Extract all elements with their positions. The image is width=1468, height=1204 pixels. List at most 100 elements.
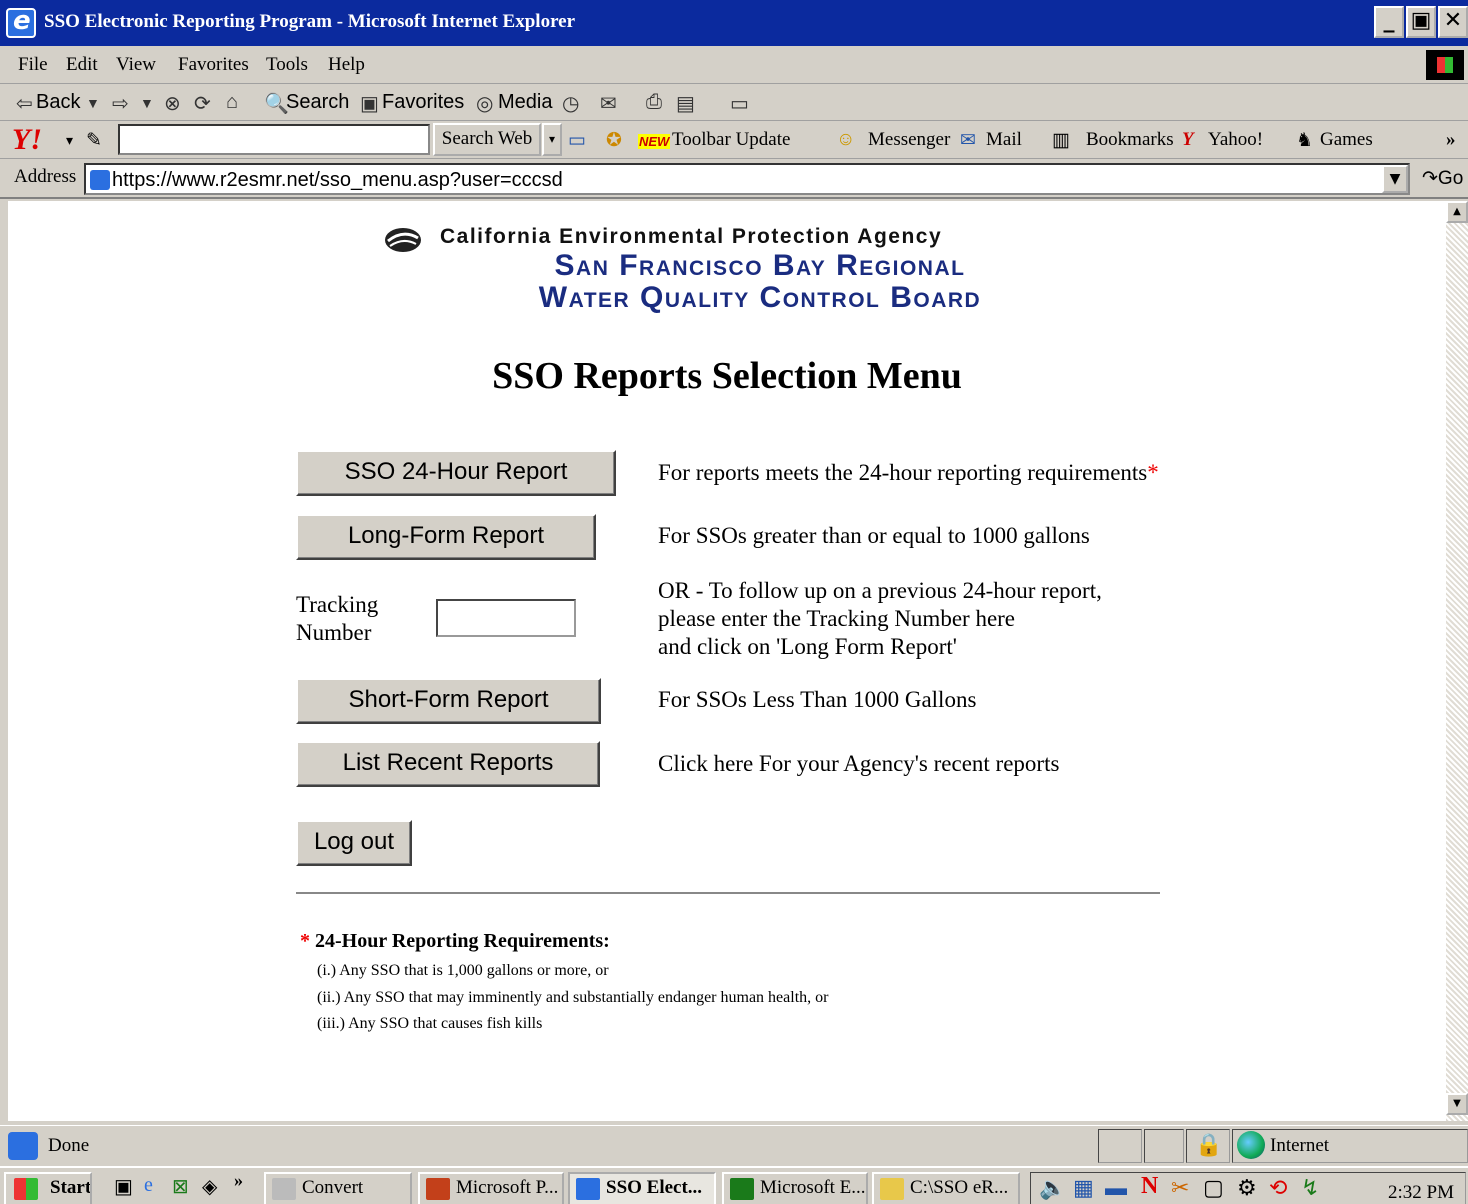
yahoo-logo[interactable]: Y! — [12, 123, 42, 157]
favorites-icon: ▣ — [360, 93, 379, 115]
convert-icon — [272, 1178, 296, 1200]
long-form-description: For SSOs greater than or equal to 1000 g… — [658, 523, 1090, 548]
messenger-button[interactable]: Messenger — [868, 129, 950, 151]
address-input[interactable]: https://www.r2esmr.net/sso_menu.asp?user… — [84, 163, 1410, 195]
stop-icon[interactable]: ⊗ — [164, 91, 181, 116]
minimize-button[interactable]: _ — [1374, 6, 1404, 38]
highlight-icon[interactable]: ✪ — [606, 129, 622, 152]
new-badge: NEW — [638, 134, 671, 149]
back-button[interactable]: Back — [36, 91, 80, 114]
status-cell: 🔒 — [1186, 1129, 1230, 1163]
tray-tool-icon[interactable]: ⚙ — [1237, 1175, 1257, 1201]
refresh-icon[interactable]: ⟳ — [194, 91, 211, 116]
list-recent-reports-button[interactable]: List Recent Reports — [296, 741, 600, 787]
menu-view[interactable]: View — [116, 54, 156, 76]
mail-button[interactable]: Mail — [986, 129, 1022, 151]
windows-flag-icon — [14, 1178, 38, 1200]
menu-help[interactable]: Help — [328, 54, 365, 76]
toolbar-update-button[interactable]: Toolbar Update — [672, 129, 790, 151]
ie-icon — [576, 1178, 600, 1200]
short-form-report-button[interactable]: Short-Form Report — [296, 678, 601, 724]
address-url: https://www.r2esmr.net/sso_menu.asp?user… — [112, 169, 563, 191]
history-icon[interactable]: ◷ — [562, 91, 579, 116]
taskbar-convert[interactable]: Convert — [264, 1172, 412, 1204]
print-icon[interactable]: ⎙ — [646, 91, 662, 114]
mail-icon[interactable]: ✉ — [600, 91, 617, 116]
search-web-button[interactable]: Search Web — [433, 123, 541, 156]
tracking-label-line2: Number — [296, 620, 372, 645]
tray-connect-icon[interactable]: ↯ — [1301, 1175, 1319, 1201]
edit-icon[interactable]: ▤ — [676, 91, 695, 116]
page-done-icon — [8, 1132, 38, 1160]
taskbar-label: C:\SSO eR... — [910, 1177, 1009, 1198]
page-icon — [90, 170, 110, 190]
restore-button[interactable]: ▣ — [1406, 6, 1436, 38]
quicklaunch-more-icon[interactable]: » — [234, 1170, 243, 1191]
games-button[interactable]: Games — [1320, 129, 1373, 151]
media-icon: ◎ — [476, 93, 494, 115]
taskbar-label: Microsoft P... — [456, 1177, 559, 1198]
pencil-icon[interactable]: ✎ — [86, 129, 102, 152]
back-arrow-icon: ⇦ — [16, 93, 33, 115]
excel-icon — [730, 1178, 754, 1200]
forward-dropdown-icon[interactable]: ▼ — [140, 95, 154, 111]
network-icon[interactable]: ▦ — [1073, 1175, 1094, 1201]
media-button[interactable]: Media — [498, 91, 552, 114]
quicklaunch-excel-icon[interactable]: ⊠ — [172, 1174, 189, 1199]
search-button[interactable]: Search — [286, 91, 349, 114]
log-out-button[interactable]: Log out — [296, 820, 412, 866]
bookmarks-button[interactable]: Bookmarks — [1086, 129, 1174, 151]
taskbar-excel[interactable]: Microsoft E... — [722, 1172, 868, 1204]
volume-icon[interactable]: 🔈 — [1039, 1175, 1066, 1201]
taskbar-sso-electronic[interactable]: SSO Elect... — [568, 1172, 716, 1204]
menu-favorites[interactable]: Favorites — [178, 54, 249, 76]
quicklaunch-desktop-icon[interactable]: ▣ — [114, 1174, 133, 1199]
taskbar-folder[interactable]: C:\SSO eR... — [872, 1172, 1020, 1204]
long-form-report-button[interactable]: Long-Form Report — [296, 514, 596, 560]
menu-file[interactable]: File — [18, 54, 48, 76]
yahoo-search-input[interactable] — [118, 124, 430, 155]
toolbar-layout-icon[interactable]: ▭ — [568, 129, 586, 152]
home-icon[interactable]: ⌂ — [226, 91, 238, 114]
search-folder-icon — [880, 1178, 904, 1200]
forward-button[interactable]: ⇨ — [112, 91, 129, 116]
start-button[interactable]: Start — [4, 1172, 92, 1204]
divider — [296, 892, 1160, 894]
agency-name: California Environmental Protection Agen… — [440, 225, 943, 248]
tracking-number-input[interactable] — [436, 599, 576, 637]
quicklaunch-ie-icon[interactable]: e — [144, 1174, 153, 1197]
back-dropdown-icon[interactable]: ▼ — [86, 95, 100, 111]
search-web-dropdown-icon[interactable]: ▾ — [542, 123, 562, 156]
menu-bar: File Edit View Favorites Tools Help — [0, 46, 1468, 84]
yahoo-small-logo-icon: Y — [1182, 129, 1194, 150]
tracking-description: OR - To follow up on a previous 24-hour … — [658, 577, 1102, 661]
display-icon[interactable]: ▬ — [1105, 1175, 1127, 1201]
scroll-up-icon[interactable]: ▲ — [1446, 201, 1468, 223]
yahoo-button[interactable]: Yahoo! — [1208, 129, 1263, 151]
quicklaunch-app-icon[interactable]: ◈ — [202, 1174, 217, 1199]
taskbar-powerpoint[interactable]: Microsoft P... — [418, 1172, 564, 1204]
list-recent-description: Click here For your Agency's recent repo… — [658, 751, 1060, 776]
tray-sync-icon[interactable]: ⟲ — [1269, 1175, 1287, 1201]
short-form-description: For SSOs Less Than 1000 Gallons — [658, 687, 977, 712]
discuss-icon[interactable]: ▭ — [730, 91, 749, 116]
vertical-scrollbar[interactable]: ▲ ▼ — [1446, 201, 1468, 1121]
close-button[interactable]: ✕ — [1438, 6, 1468, 38]
favorites-button[interactable]: Favorites — [382, 91, 464, 114]
antivirus-icon[interactable]: N — [1141, 1173, 1158, 1200]
yahoo-dropdown-icon[interactable]: ▾ — [66, 133, 73, 150]
more-chevron-icon[interactable]: » — [1446, 129, 1456, 151]
tray-app-icon[interactable]: ✂ — [1171, 1175, 1189, 1201]
address-dropdown-icon[interactable]: ▼ — [1382, 165, 1408, 193]
status-cell — [1144, 1129, 1184, 1163]
menu-tools[interactable]: Tools — [266, 54, 308, 76]
window-title: SSO Electronic Reporting Program - Micro… — [44, 11, 576, 32]
taskbar: Start ▣ e ⊠ ◈ » Convert Microsoft P... S… — [0, 1166, 1468, 1204]
requirements-heading: * 24-Hour Reporting Requirements: — [300, 930, 610, 953]
menu-edit[interactable]: Edit — [66, 54, 98, 76]
sso-24-hour-report-button[interactable]: SSO 24-Hour Report — [296, 450, 616, 496]
status-cell — [1098, 1129, 1142, 1163]
tray-window-icon[interactable]: ▢ — [1203, 1175, 1224, 1201]
scroll-down-icon[interactable]: ▼ — [1446, 1093, 1468, 1115]
go-button[interactable]: ↷Go — [1422, 167, 1463, 190]
